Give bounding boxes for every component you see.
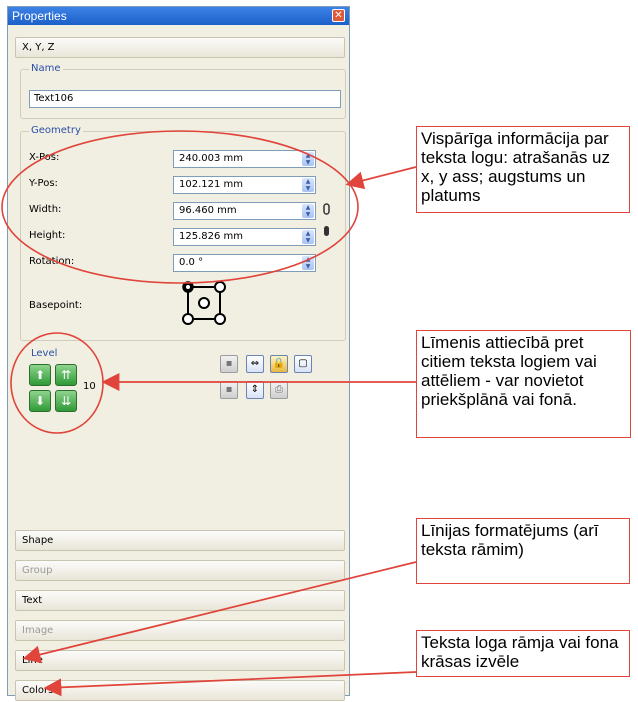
arrow-line — [22, 561, 417, 664]
arrow-geometry — [345, 166, 417, 190]
geometry-highlight-ellipse — [1, 130, 359, 284]
callout-colors: Teksta loga rāmja vai fona krāsas izvēle — [416, 630, 630, 677]
level-highlight-ellipse — [10, 332, 104, 434]
arrow-colors — [43, 671, 417, 697]
callout-level: Līmenis attiecībā pret citiem teksta log… — [416, 330, 631, 438]
callout-line: Līnijas formatējums (arī teksta rāmim) — [416, 518, 630, 584]
callout-geometry: Vispārīga informācija par teksta logu: a… — [416, 126, 630, 213]
